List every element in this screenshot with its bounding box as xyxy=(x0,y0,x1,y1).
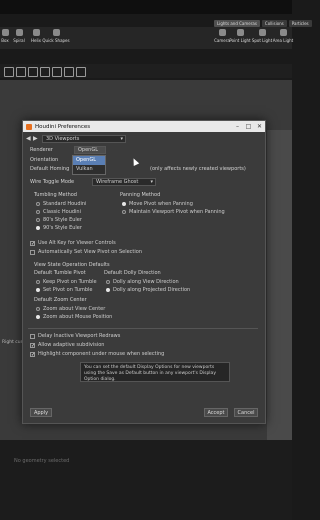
adaptive-subdivision-checkbox[interactable]: ✓ Allow adaptive subdivision xyxy=(30,342,104,348)
highlight-component-checkbox[interactable]: ✓ Highlight component under mouse when se… xyxy=(30,351,164,357)
wire-toggle-select[interactable]: Wireframe Ghost ▾ xyxy=(92,178,156,186)
move-icon[interactable] xyxy=(16,67,26,77)
shelf-tool-spot-light[interactable]: Spot Light xyxy=(251,29,273,43)
renderer-label: Renderer xyxy=(30,147,53,153)
houdini-logo-icon xyxy=(26,123,32,130)
maximize-icon[interactable]: □ xyxy=(243,123,254,130)
snap-icon[interactable] xyxy=(76,67,86,77)
viewport-side-panel xyxy=(267,130,292,440)
divider xyxy=(28,328,258,329)
renderer-dropdown[interactable]: OpenGL Vulkan xyxy=(72,155,106,175)
tab-collisions[interactable]: Collisions xyxy=(261,20,287,27)
accept-button[interactable]: Accept xyxy=(204,408,228,417)
viewport-status-text: No geometry selected xyxy=(14,458,70,464)
shelf-tool-point-light[interactable]: Point Light xyxy=(229,29,251,43)
category-select[interactable]: 3D Viewports ▾ xyxy=(42,135,126,143)
camera-icon xyxy=(218,29,226,36)
default-zoom-title: Default Zoom Center xyxy=(34,297,87,303)
rotate-icon[interactable] xyxy=(28,67,38,77)
select-icon[interactable] xyxy=(4,67,14,77)
orientation-label: Orientation xyxy=(30,157,59,163)
minimize-icon[interactable]: – xyxy=(232,123,243,130)
tab-lights-and-cameras[interactable]: Lights and Cameras xyxy=(214,20,260,27)
dialog-title: Houdini Preferences xyxy=(35,123,91,130)
pose-icon[interactable] xyxy=(64,67,74,77)
radio-zoom-view-center[interactable]: Zoom about View Center xyxy=(36,306,105,312)
forward-arrow-icon[interactable]: ▶ xyxy=(33,135,38,142)
quick-shapes-icon xyxy=(52,29,60,36)
view-state-defaults-title: View State Operation Defaults xyxy=(34,262,110,268)
renderer-option-vulkan[interactable]: Vulkan xyxy=(73,165,105,174)
close-icon[interactable]: ✕ xyxy=(254,123,265,130)
shelf-tool-area-light[interactable]: Area Light xyxy=(272,29,294,43)
scale-icon[interactable] xyxy=(40,67,50,77)
radio-classic-houdini[interactable]: Classic Houdini xyxy=(36,209,81,215)
chevron-down-icon: ▾ xyxy=(150,179,153,185)
radio-80s-euler[interactable]: 80's Style Euler xyxy=(36,217,82,223)
apply-button[interactable]: Apply xyxy=(30,408,52,417)
radio-keep-pivot[interactable]: Keep Pivot on Tumble xyxy=(36,279,97,285)
default-homing-note: (only affects newly created viewports) xyxy=(150,166,246,172)
cancel-button[interactable]: Cancel xyxy=(234,408,258,417)
renderer-option-opengl[interactable]: OpenGL xyxy=(73,156,105,165)
radio-standard-houdini[interactable]: Standard Houdini xyxy=(36,201,86,207)
handle-icon[interactable] xyxy=(52,67,62,77)
category-value: 3D Viewports xyxy=(46,136,80,142)
dialog-titlebar: Houdini Preferences – □ ✕ xyxy=(23,121,265,132)
delay-redraws-checkbox[interactable]: Delay Inactive Viewport Redraws xyxy=(30,333,120,339)
default-homing-label: Default Homing xyxy=(30,166,70,172)
chevron-down-icon: ▾ xyxy=(120,136,123,142)
renderer-value: OpenGL xyxy=(78,147,99,153)
radio-set-pivot[interactable]: Set Pivot on Tumble xyxy=(36,287,92,293)
auto-set-pivot-checkbox[interactable]: Automatically Set View Pivot on Selectio… xyxy=(30,249,142,255)
wire-toggle-value: Wireframe Ghost xyxy=(96,179,139,185)
tumbling-method-title: Tumbling Method xyxy=(34,192,77,198)
area-light-icon xyxy=(279,29,287,36)
radio-zoom-mouse[interactable]: Zoom about Mouse Position xyxy=(36,314,112,320)
panning-method-title: Panning Method xyxy=(120,192,161,198)
radio-move-pivot[interactable]: Move Pivot when Panning xyxy=(122,201,193,207)
shelf-tool-quick-shapes[interactable]: Quick Shapes xyxy=(42,29,70,43)
default-dolly-title: Default Dolly Direction xyxy=(104,270,161,276)
viewport-lower-area xyxy=(0,440,292,520)
tooltip: You can set the default Display Options … xyxy=(80,362,230,382)
wire-toggle-label: Wire Toggle Mode xyxy=(30,179,75,185)
tab-particles[interactable]: Particles xyxy=(288,20,312,27)
radio-maintain-pivot[interactable]: Maintain Viewport Pivot when Panning xyxy=(122,209,225,215)
default-tumble-pivot-title: Default Tumble Pivot xyxy=(34,270,86,276)
spot-light-icon xyxy=(258,29,266,36)
radio-dolly-projected[interactable]: Dolly along Projected Direction xyxy=(106,287,190,293)
main-menu-bar xyxy=(0,0,292,14)
helix-icon xyxy=(32,29,40,36)
radio-90s-euler[interactable]: 90's Style Euler xyxy=(36,225,82,231)
spiral-icon xyxy=(15,29,23,36)
shelf-tabs: Lights and Cameras Collisions Particles xyxy=(214,20,312,27)
radio-dolly-view[interactable]: Dolly along View Direction xyxy=(106,279,179,285)
point-light-icon xyxy=(236,29,244,36)
use-alt-key-checkbox[interactable]: ✓ Use Alt Key for Viewer Controls xyxy=(30,240,116,246)
back-arrow-icon[interactable]: ◀ xyxy=(26,135,31,142)
renderer-select[interactable]: OpenGL xyxy=(74,146,106,154)
